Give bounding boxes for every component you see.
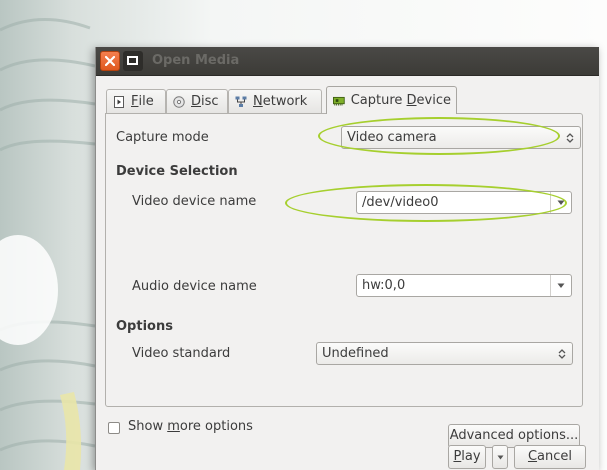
cancel-button[interactable]: Cancel xyxy=(514,445,586,469)
options-heading: Options xyxy=(116,319,173,334)
tab-capture-label-pre: Capture xyxy=(350,93,407,108)
capture-device-panel: Capture mode Video camera Device Selecti… xyxy=(105,113,583,448)
show-more-post: ore options xyxy=(179,419,253,434)
video-standard-value: Undefined xyxy=(322,346,389,361)
cancel-mnemonic: C xyxy=(527,449,538,464)
video-device-label: Video device name xyxy=(132,194,257,209)
play-dropdown-button[interactable] xyxy=(492,445,508,469)
capture-card-icon xyxy=(333,96,345,106)
video-standard-label: Video standard xyxy=(132,346,231,361)
close-button[interactable] xyxy=(100,51,120,71)
combo-separator xyxy=(550,192,551,213)
title-bar[interactable]: Open Media xyxy=(96,47,599,76)
open-media-dialog: Open Media File Disc Network Capture D e… xyxy=(95,47,599,470)
screen: Open Media File Disc Network Capture D e… xyxy=(0,0,607,470)
show-more-options-label[interactable]: Show more options xyxy=(128,419,253,434)
tab-file[interactable]: File xyxy=(106,89,166,113)
tab-network-mnemonic: N xyxy=(253,94,263,109)
tab-capture-device[interactable]: Capture Device xyxy=(326,86,457,114)
tab-network[interactable]: Network xyxy=(228,89,322,113)
close-icon xyxy=(105,56,115,66)
video-device-combo[interactable]: /dev/video0 xyxy=(356,191,572,214)
device-selection-heading: Device Selection xyxy=(116,164,238,179)
tab-capture-mnemonic: D xyxy=(406,93,417,108)
tab-capture-label-post: evice xyxy=(416,93,451,108)
tab-network-label: etwork xyxy=(262,94,308,109)
combo-separator xyxy=(550,275,551,296)
show-more-options-checkbox[interactable] xyxy=(108,422,120,434)
file-icon xyxy=(114,95,124,108)
video-standard-select[interactable]: Undefined xyxy=(316,342,573,365)
cancel-label: ancel xyxy=(537,449,573,464)
chevron-down-icon xyxy=(497,455,504,460)
tab-disc-label: isc xyxy=(201,94,219,109)
maximize-icon xyxy=(127,56,138,65)
capture-mode-select[interactable]: Video camera xyxy=(341,126,581,149)
show-more-pre: Show xyxy=(128,419,168,434)
window-title: Open Media xyxy=(152,53,240,68)
tab-disc[interactable]: Disc xyxy=(166,89,228,113)
audio-device-combo[interactable]: hw:0,0 xyxy=(356,274,572,297)
chevron-down-icon[interactable] xyxy=(557,283,565,289)
video-device-value[interactable]: /dev/video0 xyxy=(362,195,438,210)
play-button[interactable]: Play xyxy=(448,445,486,469)
network-icon xyxy=(235,96,247,107)
spinner-arrows-icon xyxy=(558,349,566,359)
capture-mode-value: Video camera xyxy=(347,130,437,145)
spinner-arrows-icon xyxy=(566,133,574,143)
chevron-down-icon[interactable] xyxy=(557,200,565,206)
show-more-mnemonic: m xyxy=(167,419,180,434)
disc-icon xyxy=(173,95,185,108)
tab-disc-mnemonic: D xyxy=(191,94,202,109)
audio-device-value[interactable]: hw:0,0 xyxy=(362,278,405,293)
tab-file-label: ile xyxy=(138,94,154,109)
play-label: lay xyxy=(461,449,481,464)
audio-device-label: Audio device name xyxy=(132,279,257,294)
tab-file-mnemonic: F xyxy=(131,94,139,109)
maximize-button[interactable] xyxy=(123,51,143,71)
capture-mode-label: Capture mode xyxy=(116,130,209,145)
